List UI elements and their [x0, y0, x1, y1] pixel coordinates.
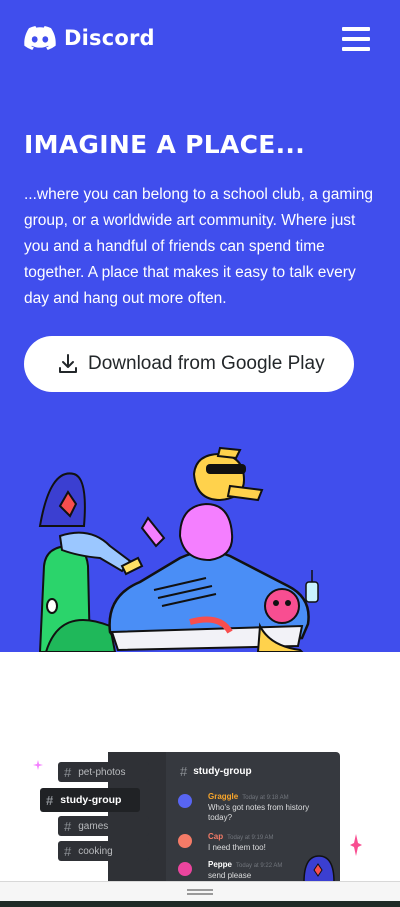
avatar: [178, 834, 192, 848]
mascot-icon: [303, 855, 335, 882]
bottom-edge: [0, 901, 400, 907]
message-author: Cap Today at 9:19 AM: [208, 832, 274, 841]
sparkle-icon: [350, 834, 362, 856]
chat-preview-illustration: # pet-photos # study-group # games # coo…: [28, 752, 368, 882]
sparkle-icon: [33, 760, 43, 770]
hash-icon: #: [46, 792, 54, 808]
avatar: [178, 794, 192, 808]
channel-item-pet-photos[interactable]: # pet-photos: [58, 762, 149, 782]
channel-label: games: [78, 820, 109, 832]
hero-section: Discord IMAGINE A PLACE... ...where you …: [0, 0, 400, 652]
download-google-play-button[interactable]: Download from Google Play: [24, 336, 354, 392]
hash-icon: #: [180, 764, 188, 779]
browser-bottom-bar: [0, 881, 400, 901]
top-nav: Discord: [24, 24, 376, 56]
channel-item-cooking[interactable]: # cooking: [58, 841, 149, 861]
channel-label: study-group: [60, 794, 122, 806]
brand-name: Discord: [64, 26, 155, 50]
message-text: Who's got notes from history today?: [208, 803, 310, 822]
hash-icon: #: [64, 818, 72, 834]
message-author: Peppe Today at 9:22 AM: [208, 860, 283, 869]
download-icon: [59, 354, 77, 373]
chat-header-channel: study-group: [193, 766, 252, 777]
channel-item-games[interactable]: # games: [58, 816, 149, 836]
hash-icon: #: [64, 764, 72, 780]
hero-illustration: [38, 446, 319, 652]
discord-logo-icon: [24, 26, 56, 50]
channel-label: pet-photos: [78, 766, 126, 778]
hash-icon: #: [64, 843, 72, 859]
hero-headline: IMAGINE A PLACE...: [24, 130, 306, 159]
hero-description: ...where you can belong to a school club…: [24, 186, 373, 307]
chat-header: # study-group: [180, 764, 252, 779]
channel-label: cooking: [78, 845, 113, 857]
message-author: Graggle Today at 9:18 AM: [208, 792, 289, 801]
drag-handle-icon[interactable]: [187, 889, 213, 895]
hamburger-menu-icon[interactable]: [342, 27, 370, 51]
avatar: [178, 862, 192, 876]
channel-item-study-group[interactable]: # study-group: [40, 788, 140, 812]
download-button-label: Download from Google Play: [88, 353, 325, 374]
brand-logo[interactable]: Discord: [24, 26, 155, 50]
